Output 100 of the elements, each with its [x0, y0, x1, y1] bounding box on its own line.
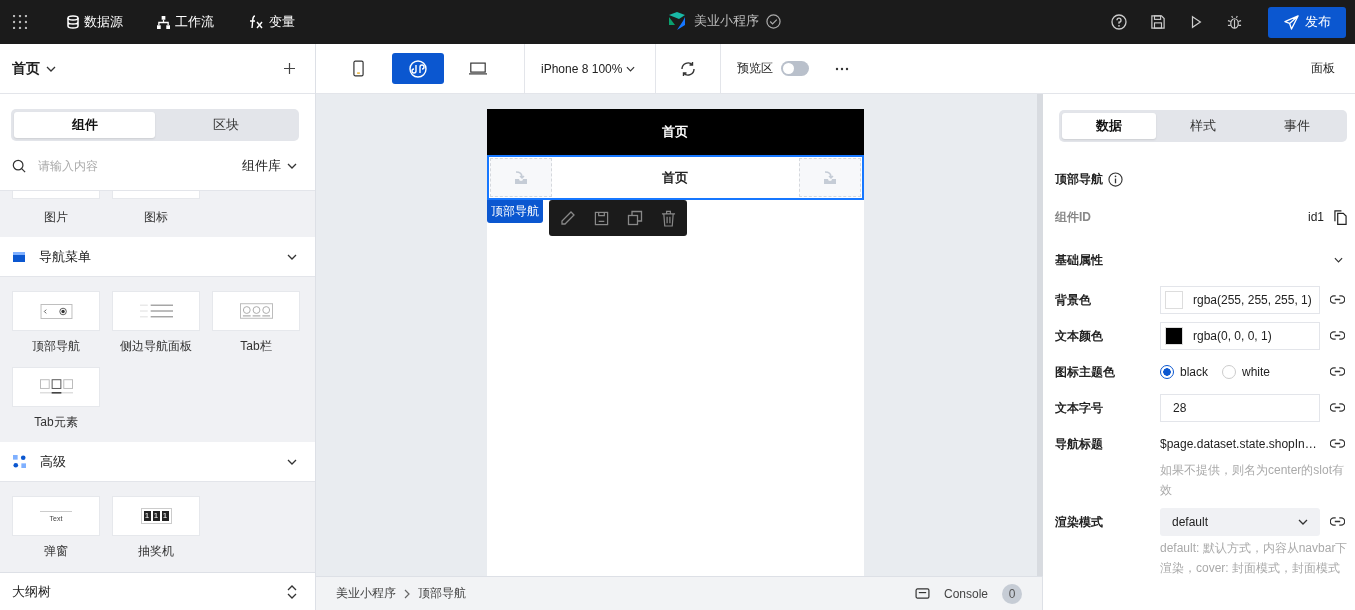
- binding-value[interactable]: $page.dataset.state.shopIn…: [1160, 430, 1320, 458]
- tab[interactable]: 组件: [14, 112, 155, 138]
- tab-icon: [39, 379, 73, 395]
- nav-title: 首页: [661, 168, 689, 187]
- refresh-icon[interactable]: [680, 60, 697, 77]
- save-icon[interactable]: [1151, 15, 1165, 29]
- tab[interactable]: 数据: [1062, 113, 1156, 139]
- chevron-down-icon: [1298, 519, 1308, 525]
- component-name: 顶部导航: [1055, 170, 1103, 188]
- send-icon: [1283, 14, 1299, 30]
- radio-option[interactable]: white: [1222, 365, 1271, 379]
- component-label: Tab元素: [34, 414, 78, 431]
- link-icon[interactable]: [1330, 439, 1345, 448]
- bug-icon[interactable]: [1227, 14, 1242, 30]
- tab[interactable]: 样式: [1156, 113, 1250, 139]
- link-icon[interactable]: [1330, 367, 1345, 376]
- panel-title: 大纲树: [12, 582, 51, 601]
- field-label: 图标主题色: [1055, 364, 1116, 381]
- logo-icon: [667, 11, 687, 31]
- function-icon: [248, 15, 264, 29]
- chevron-icon[interactable]: [287, 458, 297, 465]
- delete-icon[interactable]: [660, 209, 676, 227]
- link-icon[interactable]: [1330, 517, 1345, 526]
- input-field[interactable]: 28: [1160, 394, 1320, 422]
- save-icon[interactable]: [593, 210, 609, 226]
- mini-program-icon: [409, 59, 427, 78]
- import-icon: [512, 170, 529, 185]
- component-label: 侧边导航面板: [120, 338, 192, 355]
- section-title: 基础属性: [1055, 251, 1103, 269]
- component-label: Tab栏: [240, 338, 272, 355]
- component-label: 图标: [144, 209, 168, 226]
- component-label: 抽奖机: [138, 543, 174, 560]
- link-icon[interactable]: [1330, 403, 1345, 412]
- top-navigation[interactable]: 首页: [486, 155, 864, 200]
- list-icon: [139, 304, 173, 318]
- import-icon: [821, 170, 838, 185]
- add-icon[interactable]: [284, 63, 295, 74]
- breadcrumb-item[interactable]: 顶部导航: [418, 585, 466, 602]
- radio-option[interactable]: black: [1160, 365, 1208, 379]
- library-dropdown[interactable]: 组件库: [242, 156, 297, 175]
- device-button[interactable]: [392, 53, 444, 84]
- navigation-icon: [13, 251, 25, 262]
- field-label: 导航标题: [1055, 436, 1104, 453]
- page-title: 首页: [662, 123, 688, 141]
- info-icon[interactable]: [1108, 171, 1123, 187]
- tab[interactable]: 区块: [155, 112, 296, 138]
- count-badge: 0: [1002, 583, 1022, 604]
- play-icon[interactable]: [1189, 15, 1203, 29]
- section-title: 导航菜单: [39, 247, 92, 266]
- section-title: 高级: [40, 452, 67, 471]
- component-label: 弹窗: [44, 543, 68, 560]
- component-label: 图片: [44, 209, 68, 226]
- component-id: id1: [1308, 210, 1324, 224]
- laptop-icon: [469, 62, 487, 75]
- edit-icon[interactable]: [559, 210, 576, 226]
- console-label[interactable]: Console: [943, 586, 988, 601]
- app-title: 美业小程序: [694, 12, 759, 30]
- component-card[interactable]: 1 1 1: [112, 496, 200, 536]
- counter-drawing: 1 1 1: [140, 508, 172, 524]
- device-dropdown[interactable]: iPhone 8 100%: [525, 44, 657, 93]
- chevron-icon[interactable]: [287, 253, 297, 260]
- selection-label: 顶部导航: [486, 200, 543, 223]
- help-icon[interactable]: [1111, 14, 1127, 30]
- expand-icon[interactable]: [287, 584, 297, 599]
- link-icon[interactable]: [1330, 331, 1345, 340]
- phone-icon: [352, 60, 364, 77]
- apps-icon[interactable]: [13, 15, 27, 29]
- hint-text: default: 默认方式，内容从navbar下渲染，cover: 封面模式，封面模式: [1160, 540, 1349, 577]
- link-icon[interactable]: [1330, 295, 1345, 304]
- breadcrumb-item[interactable]: 美业小程序: [336, 585, 396, 602]
- hierarchy-icon: [157, 15, 170, 29]
- color-field[interactable]: rgba(0, 0, 0, 1): [1160, 322, 1320, 350]
- tab-bar-icon: [239, 303, 273, 319]
- tab[interactable]: 事件: [1250, 113, 1344, 139]
- top-navigation-icon: [39, 303, 73, 319]
- copy-icon[interactable]: [1334, 209, 1347, 225]
- menu-item[interactable]: 变量: [248, 13, 295, 31]
- field-label: 背景色: [1055, 292, 1092, 309]
- preview-toggle[interactable]: [781, 61, 810, 76]
- preview-label: 预览区: [737, 60, 774, 77]
- chevron-right-icon: [404, 588, 410, 599]
- color-field[interactable]: rgba(255, 255, 255, 1): [1160, 286, 1320, 314]
- console-icon[interactable]: [914, 588, 930, 599]
- publish-button[interactable]: 发布: [1268, 6, 1346, 38]
- menu-item[interactable]: 工作流: [157, 13, 214, 31]
- more-icon[interactable]: [835, 66, 850, 71]
- field-label: 文本字号: [1055, 400, 1104, 417]
- panel-label[interactable]: 面板: [1311, 60, 1335, 77]
- chevron-down-icon: [287, 162, 297, 169]
- field-label: 渲染模式: [1055, 514, 1104, 531]
- page-selector[interactable]: 首页: [12, 59, 56, 78]
- chevron-down-icon: [626, 65, 636, 72]
- component-label: 顶部导航: [32, 338, 80, 355]
- database-icon: [67, 15, 79, 29]
- menu-item[interactable]: 数据源: [67, 13, 123, 31]
- blocks-icon: [13, 455, 26, 468]
- field-label: 组件ID: [1055, 208, 1091, 226]
- chevron-down-icon: [46, 65, 56, 72]
- chevron-icon[interactable]: [1334, 257, 1343, 263]
- select-dropdown[interactable]: default: [1160, 508, 1320, 536]
